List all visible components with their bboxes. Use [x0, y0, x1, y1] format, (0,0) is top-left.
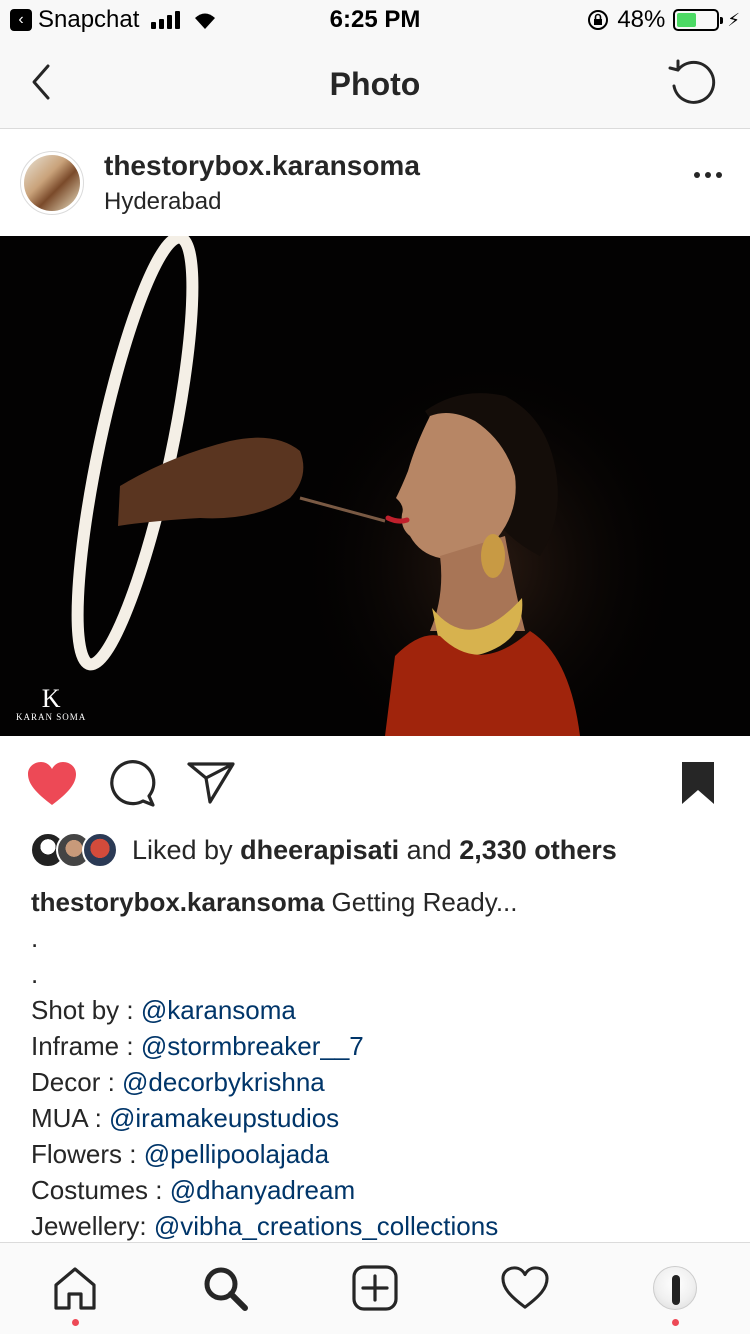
caption-dot-line: .	[31, 959, 39, 989]
back-to-app[interactable]: ‹ Snapchat	[10, 6, 139, 34]
tab-activity[interactable]	[500, 1263, 550, 1313]
tab-search[interactable]	[200, 1263, 250, 1313]
credit-line: Costumes : @dhanyadream	[31, 1175, 356, 1205]
tab-new-post[interactable]	[350, 1263, 400, 1313]
post-location[interactable]: Hyderabad	[104, 188, 420, 216]
credit-line: Jewellery: @vibha_creations_collections	[31, 1211, 499, 1241]
credit-line: Flowers : @pellipoolajada	[31, 1139, 330, 1169]
mention-link[interactable]: @dhanyadream	[170, 1175, 355, 1205]
mention-link[interactable]: @stormbreaker__7	[141, 1031, 364, 1061]
mention-link[interactable]: @pellipoolajada	[144, 1139, 329, 1169]
mention-link[interactable]: @iramakeupstudios	[109, 1103, 339, 1133]
credit-line: MUA : @iramakeupstudios	[31, 1103, 340, 1133]
photo-watermark: K KARAN SOMA	[16, 684, 87, 723]
caption-first-line: thestorybox.karansoma Getting Ready...	[31, 884, 730, 920]
home-icon	[54, 1267, 96, 1310]
post-caption: thestorybox.karansoma Getting Ready... .…	[31, 884, 730, 1244]
tab-profile[interactable]	[650, 1263, 700, 1326]
bookmark-filled-icon[interactable]	[680, 760, 716, 806]
liker-avatar	[82, 832, 118, 868]
notification-dot	[72, 1319, 79, 1326]
mention-link[interactable]: @vibha_creations_collections	[154, 1211, 498, 1241]
share-icon[interactable]	[186, 760, 236, 806]
likes-text: Liked by dheerapisati and 2,330 others	[132, 834, 617, 865]
caption-username[interactable]: thestorybox.karansoma	[31, 887, 324, 917]
likes-summary[interactable]: Liked by dheerapisati and 2,330 others	[30, 832, 617, 868]
activity-icon	[501, 1266, 549, 1309]
avatar-image	[24, 154, 80, 211]
profile-avatar	[653, 1266, 697, 1310]
post-photo[interactable]: K KARAN SOMA	[0, 236, 750, 736]
tab-bar	[0, 1242, 750, 1334]
battery-level	[677, 13, 696, 27]
liked-by-user[interactable]: dheerapisati	[240, 835, 399, 865]
wifi-icon	[195, 13, 216, 29]
post-header: thestorybox.karansoma Hyderabad	[0, 130, 750, 235]
charging-icon: ⚡	[727, 9, 740, 30]
back-to-app-icon: ‹	[10, 9, 32, 31]
nav-bar: Photo	[0, 40, 750, 129]
battery-icon	[673, 9, 724, 31]
cellular-signal-icon	[151, 11, 181, 29]
mention-link[interactable]: @karansoma	[141, 995, 296, 1025]
chevron-left-icon[interactable]	[26, 60, 56, 104]
comment-icon[interactable]	[108, 760, 156, 808]
page-title: Photo	[329, 65, 421, 102]
notification-dot	[672, 1319, 679, 1326]
photo-image	[0, 236, 750, 736]
battery-percent: 48%	[617, 6, 666, 33]
new-post-icon	[352, 1265, 398, 1311]
rotation-lock-icon	[588, 10, 609, 30]
likes-count[interactable]: 2,330 others	[459, 835, 617, 865]
heart-filled-icon[interactable]	[26, 760, 78, 808]
caption-text: Getting Ready...	[324, 887, 518, 917]
credit-line: Shot by : @karansoma	[31, 995, 296, 1025]
credit-line: Decor : @decorbykrishna	[31, 1067, 325, 1097]
more-options-icon[interactable]	[694, 172, 722, 178]
credit-line: Inframe : @stormbreaker__7	[31, 1031, 364, 1061]
back-to-app-label: Snapchat	[38, 6, 140, 33]
mention-link[interactable]: @decorbykrishna	[122, 1067, 325, 1097]
status-bar: ‹ Snapchat 6:25 PM 48% ⚡	[0, 0, 750, 40]
refresh-icon[interactable]	[666, 56, 720, 110]
search-icon	[204, 1267, 248, 1311]
post-actions	[0, 748, 750, 822]
tab-home[interactable]	[50, 1263, 100, 1326]
post-username[interactable]: thestorybox.karansoma	[104, 150, 420, 182]
avatar[interactable]	[20, 150, 84, 215]
caption-dot-line: .	[31, 923, 39, 953]
